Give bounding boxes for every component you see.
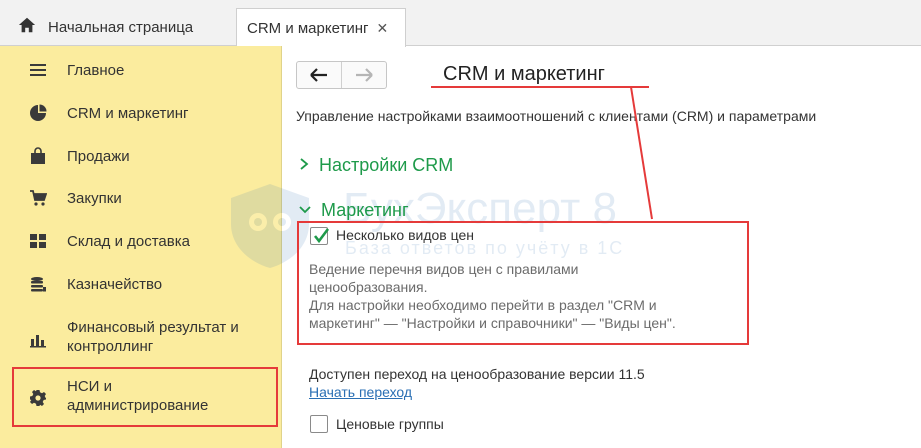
warehouse-icon xyxy=(28,231,48,251)
hint-line: Ведение перечня видов цен с правилами xyxy=(309,261,579,277)
main-content: CRM и маркетинг Управление настройками в… xyxy=(283,47,921,448)
section-crm-settings[interactable]: Настройки CRM xyxy=(299,155,453,176)
multi-price-label: Несколько видов цен xyxy=(336,227,474,243)
sidebar-item-crm[interactable]: CRM и маркетинг xyxy=(0,103,282,123)
chevron-down-icon xyxy=(299,202,311,219)
tab-crm-marketing-label: CRM и маркетинг xyxy=(247,19,369,37)
sidebar-item-sales[interactable]: Продажи xyxy=(0,146,282,166)
multi-price-checkbox[interactable] xyxy=(310,227,330,245)
page-description: Управление настройками взаимоотношений с… xyxy=(296,108,817,124)
sidebar-item-label: Закупки xyxy=(67,189,122,207)
sidebar-item-label: Склад и доставка xyxy=(67,232,190,250)
sidebar-item-label: Продажи xyxy=(67,147,130,165)
cart-icon xyxy=(28,188,48,208)
page-title: CRM и маркетинг xyxy=(443,63,605,85)
title-underline xyxy=(431,86,649,88)
section-marketing-label: Маркетинг xyxy=(321,200,409,220)
checkmark-icon xyxy=(313,228,330,244)
arrow-right-icon xyxy=(356,68,373,82)
sidebar-item-purchases[interactable]: Закупки xyxy=(0,188,282,208)
tab-home-label: Начальная страница xyxy=(48,18,194,36)
start-transition-link[interactable]: Начать переход xyxy=(309,384,412,400)
price-groups-checkbox[interactable] xyxy=(310,415,328,433)
menu-icon xyxy=(28,60,48,80)
tab-bar: Начальная страница CRM и маркетинг ✕ xyxy=(0,0,921,47)
section-marketing[interactable]: Маркетинг xyxy=(299,200,409,221)
sidebar-item-label: Главное xyxy=(67,61,125,79)
sidebar-item-treasury[interactable]: Казначейство xyxy=(0,274,282,294)
history-nav xyxy=(296,61,387,89)
hint-line: ценообразования. xyxy=(309,279,428,295)
sidebar-item-main[interactable]: Главное xyxy=(0,60,282,80)
coins-icon xyxy=(28,274,48,294)
hint-line: маркетинг" — "Настройки и справочники" —… xyxy=(309,315,676,331)
sidebar-item-label: Финансовый результат и контроллинг xyxy=(67,319,239,355)
sidebar: Главное CRM и маркетинг Продажи Закупки … xyxy=(0,46,282,448)
sidebar-item-warehouse[interactable]: Склад и доставка xyxy=(0,231,282,251)
section-crm-settings-label: Настройки CRM xyxy=(319,155,454,175)
price-groups-label: Ценовые группы xyxy=(336,416,444,432)
close-icon[interactable]: ✕ xyxy=(376,20,388,37)
forward-button[interactable] xyxy=(342,62,386,88)
chevron-right-icon xyxy=(299,157,309,175)
tab-crm-marketing[interactable]: CRM и маркетинг ✕ xyxy=(236,8,406,47)
pie-chart-icon xyxy=(28,103,48,123)
bag-icon xyxy=(28,146,48,166)
pricing-transition-text: Доступен переход на ценообразование верс… xyxy=(309,366,645,382)
sidebar-item-label: CRM и маркетинг xyxy=(67,104,189,122)
tab-home[interactable]: Начальная страница xyxy=(8,8,228,46)
arrow-left-icon xyxy=(310,68,327,82)
sidebar-item-label: Казначейство xyxy=(67,275,163,293)
sidebar-item-financial-result[interactable]: Финансовый результат и контроллинг xyxy=(0,318,282,358)
highlight-frame-nsi xyxy=(12,367,278,427)
bar-chart-icon xyxy=(28,329,48,349)
home-icon xyxy=(18,16,36,38)
back-button[interactable] xyxy=(297,62,342,88)
hint-line: Для настройки необходимо перейти в разде… xyxy=(309,297,657,313)
multi-price-hint: Ведение перечня видов цен с правилами це… xyxy=(309,260,749,332)
